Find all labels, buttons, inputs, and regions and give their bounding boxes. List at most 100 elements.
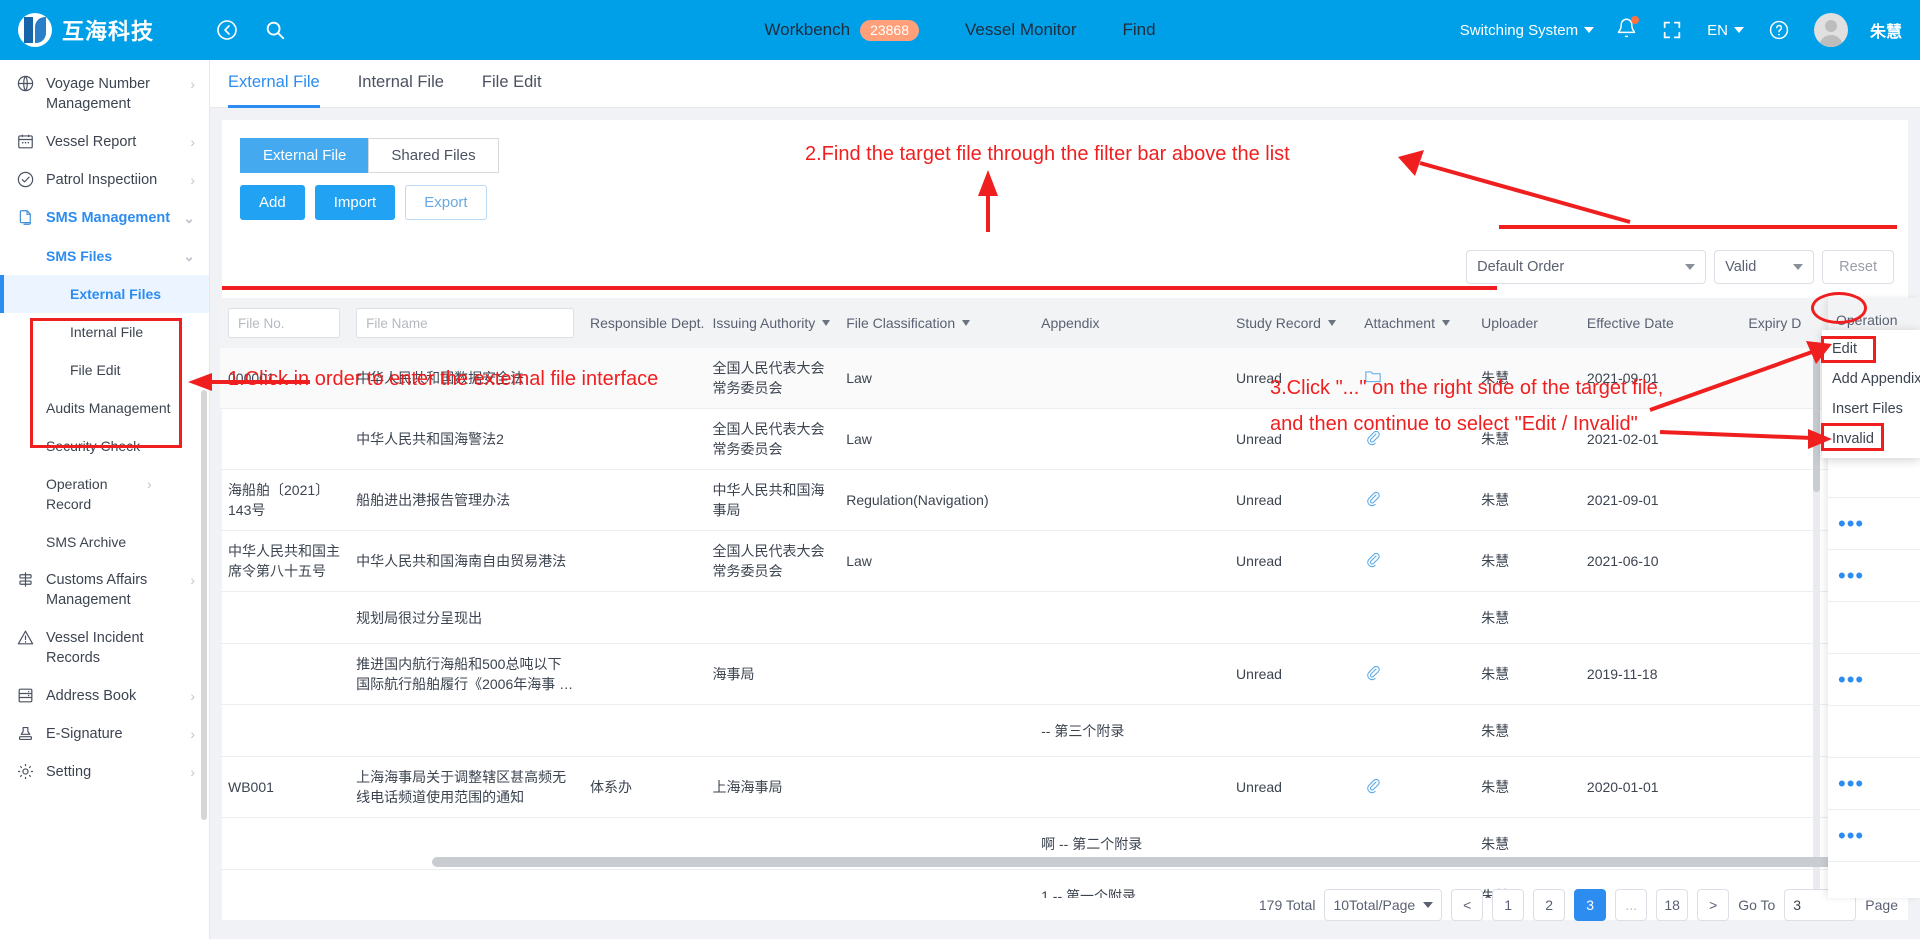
table-vertical-scrollbar-thumb[interactable] xyxy=(1813,342,1820,492)
cell-attachment[interactable] xyxy=(1356,643,1474,705)
cell-appendix[interactable] xyxy=(1033,643,1229,705)
sidebar-item-patrol-inspection[interactable]: Patrol Inspectiion › xyxy=(0,161,209,199)
issuing-authority-filter[interactable]: Issuing Authority xyxy=(713,315,831,331)
search-icon[interactable] xyxy=(262,17,288,43)
sidebar-item-audits-management[interactable]: Audits Management xyxy=(0,389,209,427)
page-button-1[interactable]: 1 xyxy=(1492,889,1525,921)
cell-file-name[interactable]: 船舶进出港报告管理办法 xyxy=(348,469,583,531)
cell-file-name[interactable] xyxy=(348,704,583,757)
avatar[interactable] xyxy=(1813,13,1848,47)
page-size-select[interactable]: 10Total/Page xyxy=(1324,889,1443,921)
file-name-input[interactable]: File Name xyxy=(356,308,575,338)
sidebar-item-sms-files[interactable]: SMS Files ⌄ xyxy=(0,237,209,275)
table-row[interactable]: 中华人民共和国主席令第八十五号 中华人民共和国海南自由贸易港法 全国人民代表大会… xyxy=(220,530,1886,592)
sidebar-item-vessel-incident-records[interactable]: Vessel Incident Records xyxy=(0,619,209,677)
reset-button[interactable]: Reset xyxy=(1822,250,1894,284)
cell-file-name[interactable]: 推进国内航行海船和500总吨以下国际航行船舶履行《2006年海事 … xyxy=(348,643,583,705)
nav-vessel-monitor[interactable]: Vessel Monitor xyxy=(965,20,1077,40)
cell-appendix[interactable] xyxy=(1033,530,1229,592)
row-actions-menu-icon[interactable]: ••• xyxy=(1838,824,1864,846)
notification-bell-button[interactable] xyxy=(1616,15,1640,44)
paperclip-icon[interactable] xyxy=(1364,491,1380,511)
cell-appendix[interactable] xyxy=(1033,408,1229,470)
back-arrow-icon[interactable] xyxy=(214,17,240,43)
row-actions-menu-icon[interactable]: ••• xyxy=(1838,668,1864,690)
export-button[interactable]: Export xyxy=(405,185,487,220)
switching-system-button[interactable]: Switching System xyxy=(1460,22,1595,39)
prev-page-button[interactable]: < xyxy=(1451,889,1484,921)
menu-item-add-appendix[interactable]: Add Appendix xyxy=(1822,364,1920,394)
folder-icon[interactable] xyxy=(1364,369,1382,388)
table-row[interactable]: 000001 中华人民共和国数据安全法 全国人民代表大会常务委员会 Law Un… xyxy=(220,348,1886,409)
paperclip-icon[interactable] xyxy=(1364,665,1380,685)
table-row[interactable]: 中华人民共和国海警法2 全国人民代表大会常务委员会 Law Unread 朱慧 … xyxy=(220,408,1886,470)
segment-shared-files[interactable]: Shared Files xyxy=(368,138,499,173)
table-horizontal-scrollbar[interactable] xyxy=(432,857,1884,867)
attachment-filter[interactable]: Attachment xyxy=(1364,315,1450,331)
sidebar-item-e-signature[interactable]: E-Signature › xyxy=(0,715,209,753)
row-actions-menu-icon[interactable]: ••• xyxy=(1838,564,1864,586)
row-actions-menu-icon[interactable]: ••• xyxy=(1838,512,1864,534)
sidebar-item-internal-file[interactable]: Internal File xyxy=(0,313,209,351)
cell-file-name[interactable] xyxy=(348,869,583,898)
menu-item-invalid[interactable]: Invalid xyxy=(1822,424,1920,454)
cell-attachment[interactable] xyxy=(1356,530,1474,592)
table-row[interactable]: -- 第三个附录 朱慧 xyxy=(220,704,1886,757)
cell-file-name[interactable]: 上海海事局关于调整辖区甚高频无线电话频道使用范围的通知 xyxy=(348,756,583,818)
row-actions-menu-icon[interactable]: ••• xyxy=(1838,772,1864,794)
tab-file-edit[interactable]: File Edit xyxy=(482,60,542,108)
sidebar-item-security-check[interactable]: Security Check xyxy=(0,427,209,465)
nav-workbench[interactable]: Workbench 23868 xyxy=(764,19,920,41)
page-button-2[interactable]: 2 xyxy=(1533,889,1566,921)
cell-appendix[interactable] xyxy=(1033,469,1229,531)
nav-find[interactable]: Find xyxy=(1123,20,1156,40)
cell-attachment[interactable] xyxy=(1356,469,1474,531)
cell-attachment[interactable] xyxy=(1356,348,1474,409)
add-button[interactable]: Add xyxy=(240,185,305,220)
study-record-filter[interactable]: Study Record xyxy=(1236,315,1336,331)
import-button[interactable]: Import xyxy=(314,185,396,220)
tab-internal-file[interactable]: Internal File xyxy=(358,60,444,108)
menu-item-edit[interactable]: Edit xyxy=(1822,334,1920,364)
file-classification-filter[interactable]: File Classification xyxy=(846,315,971,331)
paperclip-icon[interactable] xyxy=(1364,778,1380,798)
paperclip-icon[interactable] xyxy=(1364,430,1380,450)
order-select[interactable]: Default Order xyxy=(1466,250,1707,284)
table-row[interactable]: 推进国内航行海船和500总吨以下国际航行船舶履行《2006年海事 … 海事局 U… xyxy=(220,643,1886,705)
help-icon[interactable] xyxy=(1766,17,1792,43)
sidebar-item-external-files[interactable]: External Files xyxy=(0,275,209,313)
sidebar-item-customs-affairs-management[interactable]: Customs Affairs Management › xyxy=(0,561,209,619)
sidebar-item-voyage-number-management[interactable]: Voyage Number Management › xyxy=(0,60,209,123)
sidebar-item-sms-archive[interactable]: SMS Archive xyxy=(0,523,209,561)
table-row[interactable]: 规划局很过分呈现出 朱慧 xyxy=(220,591,1886,644)
cell-file-name[interactable]: 中华人民共和国海南自由贸易港法 xyxy=(348,530,583,592)
sidebar-item-sms-management[interactable]: SMS Management ⌄ xyxy=(0,199,209,237)
sidebar-item-file-edit[interactable]: File Edit xyxy=(0,351,209,389)
status-select[interactable]: Valid xyxy=(1714,250,1815,284)
menu-item-insert-files[interactable]: Insert Files xyxy=(1822,394,1920,424)
page-button-last[interactable]: 18 xyxy=(1656,889,1689,921)
table-row[interactable]: 海船舶〔2021〕143号 船舶进出港报告管理办法 中华人民共和国海事局 Reg… xyxy=(220,469,1886,531)
cell-appendix[interactable]: -- 第三个附录 xyxy=(1033,704,1229,757)
cell-file-name[interactable]: 中华人民共和国海警法2 xyxy=(348,408,583,470)
table-row[interactable]: WB001 上海海事局关于调整辖区甚高频无线电话频道使用范围的通知 体系办 上海… xyxy=(220,756,1886,818)
sidebar-item-operation-record[interactable]: Operation Record › xyxy=(0,465,209,523)
sidebar-item-setting[interactable]: Setting › xyxy=(0,753,209,791)
user-name[interactable]: 朱慧 xyxy=(1870,18,1902,42)
tab-external-file[interactable]: External File xyxy=(228,60,320,108)
cell-appendix[interactable] xyxy=(1033,756,1229,818)
cell-attachment[interactable] xyxy=(1356,756,1474,818)
cell-appendix[interactable]: 1 -- 第一个附录 xyxy=(1033,869,1229,898)
sidebar-scrollbar[interactable] xyxy=(201,390,207,820)
cell-appendix[interactable] xyxy=(1033,348,1229,409)
file-no-input[interactable]: File No. xyxy=(228,308,341,338)
paperclip-icon[interactable] xyxy=(1364,552,1380,572)
sidebar-item-address-book[interactable]: Address Book › xyxy=(0,677,209,715)
fullscreen-icon[interactable] xyxy=(1659,17,1685,43)
cell-file-name[interactable]: 规划局很过分呈现出 xyxy=(348,591,583,644)
language-selector[interactable]: EN xyxy=(1707,22,1744,39)
cell-attachment[interactable] xyxy=(1356,408,1474,470)
cell-file-name[interactable]: 中华人民共和国数据安全法 xyxy=(348,348,583,409)
sidebar-item-vessel-report[interactable]: Vessel Report › xyxy=(0,123,209,161)
page-button-3-current[interactable]: 3 xyxy=(1574,889,1607,921)
